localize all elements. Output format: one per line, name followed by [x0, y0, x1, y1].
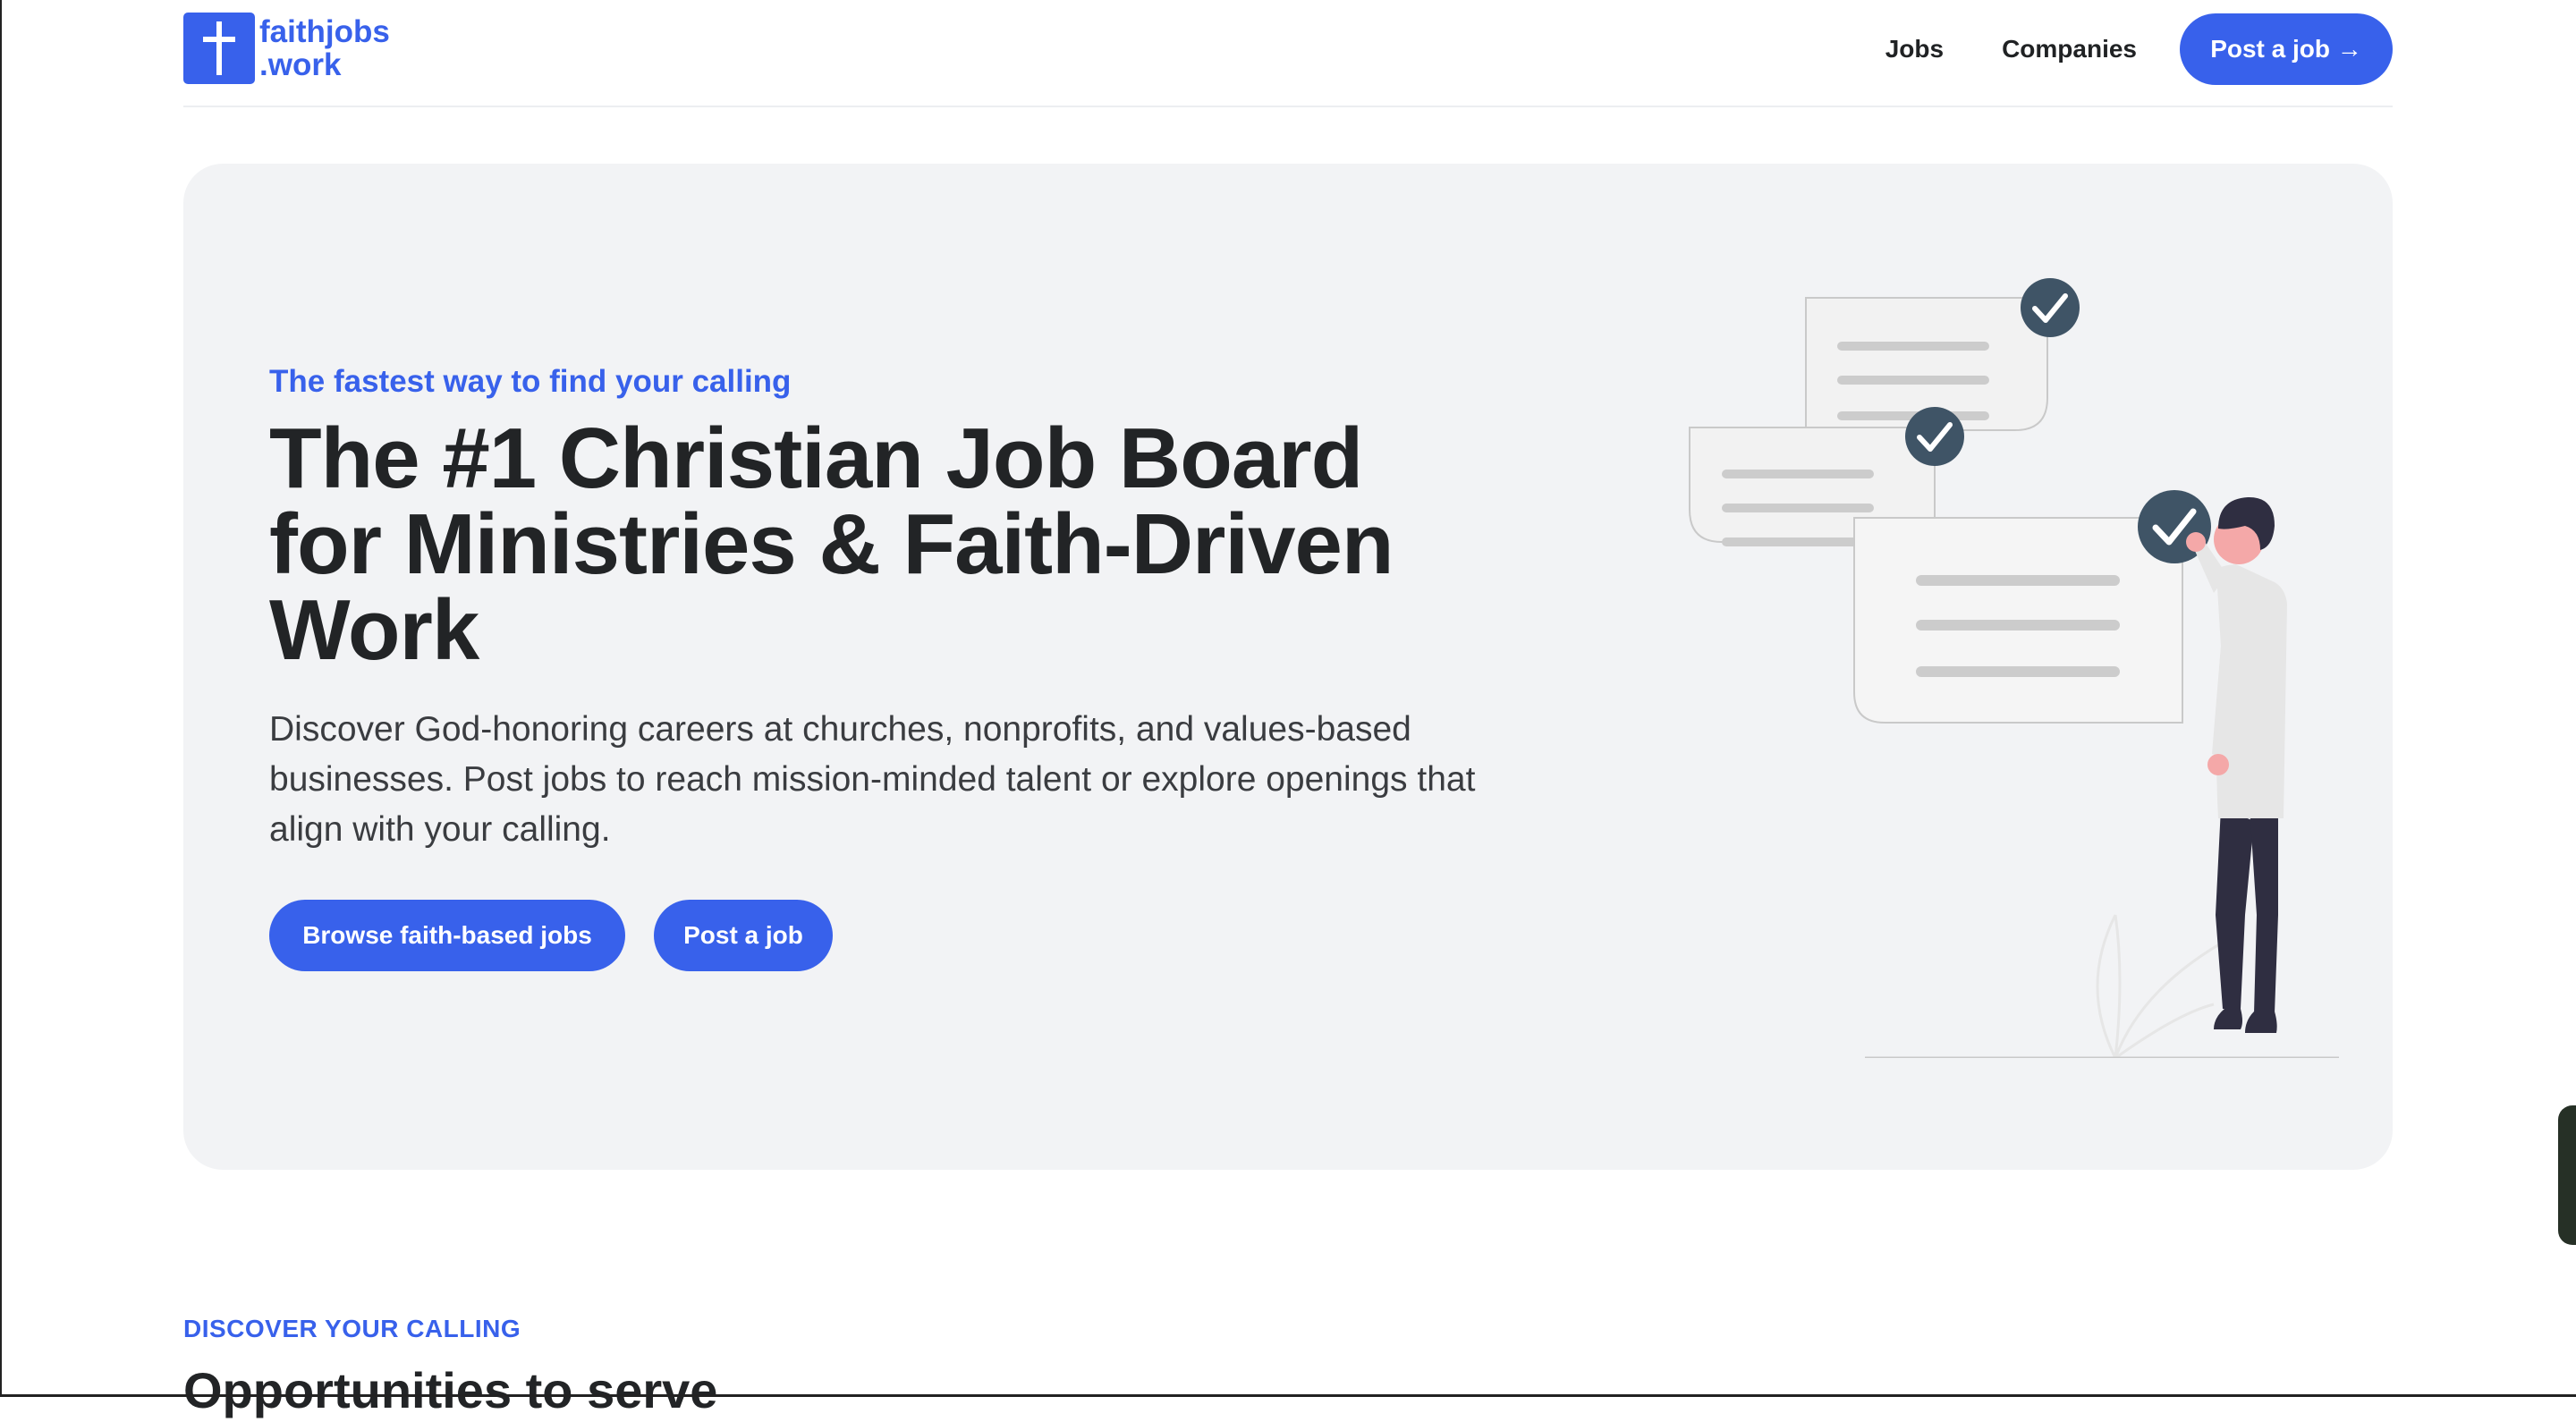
nav-jobs-link[interactable]: Jobs: [1885, 35, 1944, 63]
window-frame-left: [0, 0, 2, 1397]
check-badge-icon: [1905, 407, 1964, 466]
checklist-person-illustration: [1689, 278, 2339, 1058]
main-nav: Jobs Companies Post a job →: [1885, 13, 2393, 85]
section-title: Opportunities to serve: [183, 1362, 718, 1418]
post-job-nav-button[interactable]: Post a job →: [2180, 13, 2393, 85]
hero-section: The fastest way to find your calling The…: [183, 164, 2393, 1170]
site-header: faithjobs .work Jobs Companies Post a jo…: [183, 0, 2393, 107]
hero-tagline: The fastest way to find your calling: [269, 364, 792, 399]
hero-copy: The fastest way to find your calling The…: [269, 364, 1521, 971]
check-badge-icon: [2021, 278, 2080, 337]
post-job-button[interactable]: Post a job: [654, 900, 833, 971]
logo-text-line1: faithjobs: [259, 14, 390, 49]
plant-decoration: [2096, 914, 2233, 1058]
cross-icon: [183, 13, 255, 84]
hero-description: Discover God-honoring careers at churche…: [269, 710, 1476, 849]
person-figure: [2186, 496, 2287, 1033]
section-eyebrow: DISCOVER YOUR CALLING: [183, 1315, 521, 1342]
logo-link[interactable]: faithjobs .work: [183, 13, 390, 84]
document-card-front: [1853, 517, 2183, 724]
floating-widget-tab[interactable]: [2558, 1105, 2576, 1245]
logo-text: faithjobs .work: [259, 15, 390, 81]
hero-cta-row: Browse faith-based jobs Post a job: [269, 900, 1521, 971]
hero-headline: The #1 Christian Job Board for Ministrie…: [269, 411, 1394, 678]
browse-jobs-button[interactable]: Browse faith-based jobs: [269, 900, 625, 971]
nav-companies-link[interactable]: Companies: [2002, 35, 2137, 63]
logo-text-line2: .work: [259, 47, 342, 82]
